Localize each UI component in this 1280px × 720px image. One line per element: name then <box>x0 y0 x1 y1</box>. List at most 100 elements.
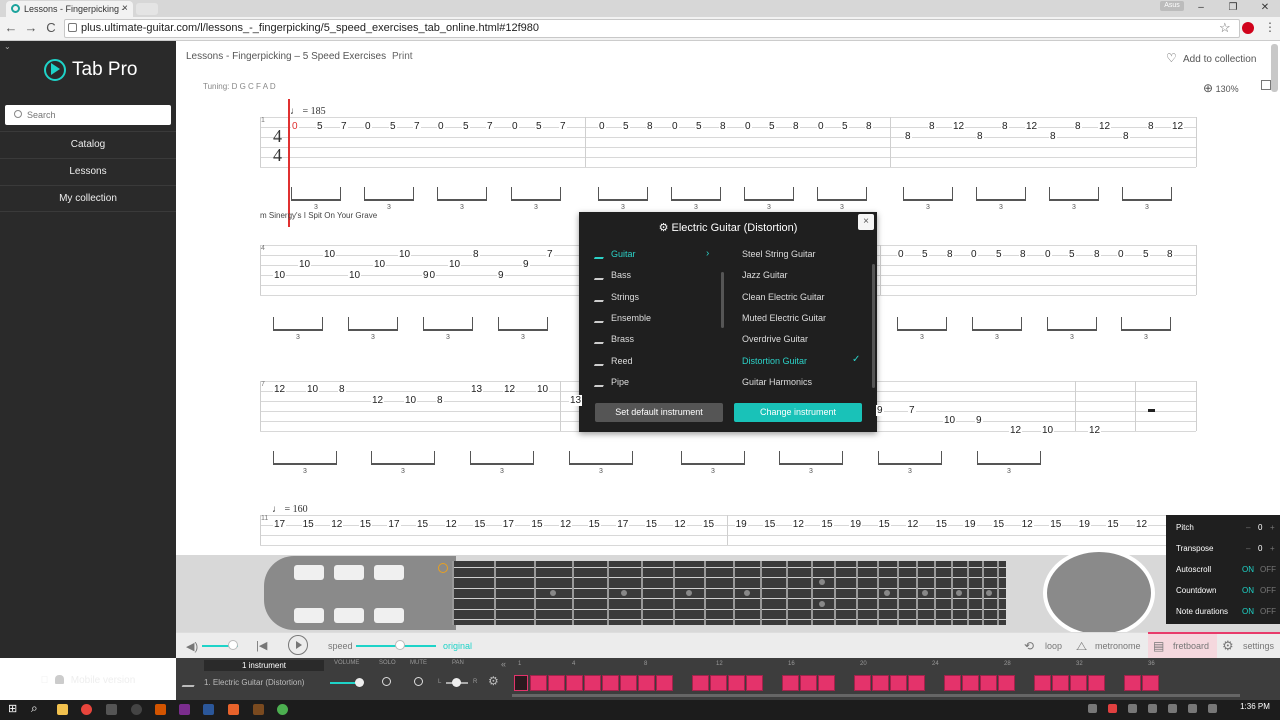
pitch-plus-button[interactable]: + <box>1270 517 1275 538</box>
sidebar-item-my-collection[interactable]: My collection <box>0 185 176 212</box>
tab-note[interactable]: 5 <box>316 121 324 132</box>
tab-note[interactable]: 12 <box>273 384 287 395</box>
tab-note[interactable]: 0 <box>897 249 905 260</box>
print-button[interactable]: Print <box>392 51 413 62</box>
tab-note[interactable]: 15 <box>644 519 658 530</box>
tab-note[interactable]: 15 <box>702 519 716 530</box>
tab-note[interactable]: 8 <box>792 121 800 132</box>
instrument-item[interactable]: Distortion Guitar <box>742 351 864 372</box>
instrument-item[interactable]: Clean Electric Guitar <box>742 287 864 308</box>
timeline-block[interactable] <box>1088 675 1105 691</box>
zoom-control[interactable]: ⊕ 130% <box>1203 81 1239 95</box>
tab-note[interactable]: 17 <box>501 519 515 530</box>
countdown-on-toggle[interactable]: ON <box>1242 580 1254 601</box>
tab-note[interactable]: 8 <box>946 249 954 260</box>
tab-note[interactable]: 12 <box>1088 425 1102 436</box>
instrument-item[interactable]: Steel String Guitar <box>742 244 864 265</box>
tab-note[interactable]: 17 <box>387 519 401 530</box>
taskbar-clock[interactable]: 1:36 PM <box>1238 702 1272 711</box>
tab-note[interactable]: 5 <box>841 121 849 132</box>
tab-note[interactable]: 7 <box>486 121 494 132</box>
transpose-minus-button[interactable]: – <box>1246 538 1250 559</box>
timeline-block[interactable] <box>998 675 1015 691</box>
tab-note[interactable]: 10 <box>373 259 387 270</box>
timeline-current-block[interactable] <box>514 675 528 691</box>
instrument-scrollbar[interactable] <box>872 264 875 388</box>
timeline-block[interactable] <box>584 675 601 691</box>
taskbar-search-icon[interactable]: ⌕ <box>31 701 38 716</box>
sidebar-collapse-icon[interactable]: ⌄ <box>4 42 11 51</box>
tab-note[interactable]: 12 <box>1025 121 1039 132</box>
tab-note[interactable]: 8 <box>1122 131 1130 142</box>
autoscroll-off-toggle[interactable]: OFF <box>1260 559 1276 580</box>
tab-note[interactable]: 12 <box>952 121 966 132</box>
reload-button[interactable]: C <box>44 21 58 35</box>
speed-slider-handle[interactable] <box>395 640 405 650</box>
settings-button[interactable]: settings <box>1243 641 1274 651</box>
category-scrollbar[interactable] <box>721 272 724 328</box>
tab-note[interactable]: 10 <box>348 270 362 281</box>
timeline-block[interactable] <box>872 675 889 691</box>
volume-slider-handle[interactable] <box>227 640 238 650</box>
category-item-strings[interactable]: Strings <box>593 287 721 308</box>
bridge-icon[interactable] <box>253 704 264 715</box>
timeline-block[interactable] <box>854 675 871 691</box>
tab-note[interactable]: 0 <box>671 121 679 132</box>
url-field[interactable]: plus.ultimate-guitar.com/l/lessons_-_fin… <box>64 19 1240 38</box>
tab-note[interactable]: 15 <box>1049 519 1063 530</box>
browser-menu-icon[interactable]: ⋮ <box>1264 20 1276 34</box>
timeline-block[interactable] <box>962 675 979 691</box>
window-maximize-button[interactable]: ❐ <box>1218 0 1248 17</box>
tab-note[interactable]: 19 <box>734 519 748 530</box>
tab-note[interactable]: 0 <box>437 121 445 132</box>
word-icon[interactable] <box>203 704 214 715</box>
timeline-block[interactable] <box>656 675 673 691</box>
tab-note[interactable]: 9 <box>422 270 430 281</box>
timeline-block[interactable] <box>908 675 925 691</box>
app-icon[interactable] <box>155 704 166 715</box>
tab-note[interactable]: 13 <box>569 395 583 406</box>
browser-tab[interactable]: Lessons - Fingerpicking - × <box>6 1 133 17</box>
track-volume-handle[interactable] <box>355 678 364 687</box>
tab-note[interactable]: 8 <box>1049 131 1057 142</box>
sidebar-item-catalog[interactable]: Catalog <box>0 131 176 158</box>
tab-note[interactable]: 8 <box>1093 249 1101 260</box>
timeline-block[interactable] <box>1142 675 1159 691</box>
timeline-block[interactable] <box>800 675 817 691</box>
tab-note[interactable]: 8 <box>1074 121 1082 132</box>
tab-note[interactable]: 5 <box>695 121 703 132</box>
tab-note[interactable]: 9 <box>522 259 530 270</box>
instrument-count-tab[interactable]: 1 instrument <box>204 660 324 671</box>
category-item-reed[interactable]: Reed <box>593 351 721 372</box>
tab-note[interactable]: 12 <box>1098 121 1112 132</box>
instrument-item[interactable]: Overdrive Guitar <box>742 329 864 350</box>
category-item-brass[interactable]: Brass <box>593 329 721 350</box>
timeline-block[interactable] <box>818 675 835 691</box>
countdown-off-toggle[interactable]: OFF <box>1260 580 1276 601</box>
illustrator-icon[interactable] <box>228 704 239 715</box>
tab-close-icon[interactable]: × <box>122 1 128 17</box>
close-icon[interactable]: × <box>858 214 874 230</box>
timeline-block[interactable] <box>530 675 547 691</box>
tab-note[interactable]: 8 <box>646 121 654 132</box>
note-durations-off-toggle[interactable]: OFF <box>1260 601 1276 622</box>
set-default-instrument-button[interactable]: Set default instrument <box>595 403 723 422</box>
tab-note[interactable]: 5 <box>995 249 1003 260</box>
fretboard-icon[interactable]: ▤ <box>1153 639 1164 653</box>
tab-note[interactable]: 12 <box>503 384 517 395</box>
tab-note[interactable]: 15 <box>416 519 430 530</box>
tab-note[interactable]: 7 <box>908 405 916 416</box>
category-item-bass[interactable]: Bass <box>593 265 721 286</box>
note-durations-on-toggle[interactable]: ON <box>1242 601 1254 622</box>
instrument-item[interactable]: Muted Electric Guitar <box>742 308 864 329</box>
tab-note[interactable]: 19 <box>849 519 863 530</box>
metronome-icon[interactable]: ⧍ <box>1076 639 1087 654</box>
tab-note[interactable]: 12 <box>559 519 573 530</box>
timeline-block[interactable] <box>1124 675 1141 691</box>
tab-note[interactable]: 0 <box>291 121 299 132</box>
instrument-item[interactable]: Jazz Guitar <box>742 265 864 286</box>
start-icon[interactable]: ⊞ <box>8 702 17 715</box>
timeline-block[interactable] <box>746 675 763 691</box>
new-tab-button[interactable] <box>136 3 158 15</box>
pan-slider-handle[interactable] <box>452 678 461 687</box>
